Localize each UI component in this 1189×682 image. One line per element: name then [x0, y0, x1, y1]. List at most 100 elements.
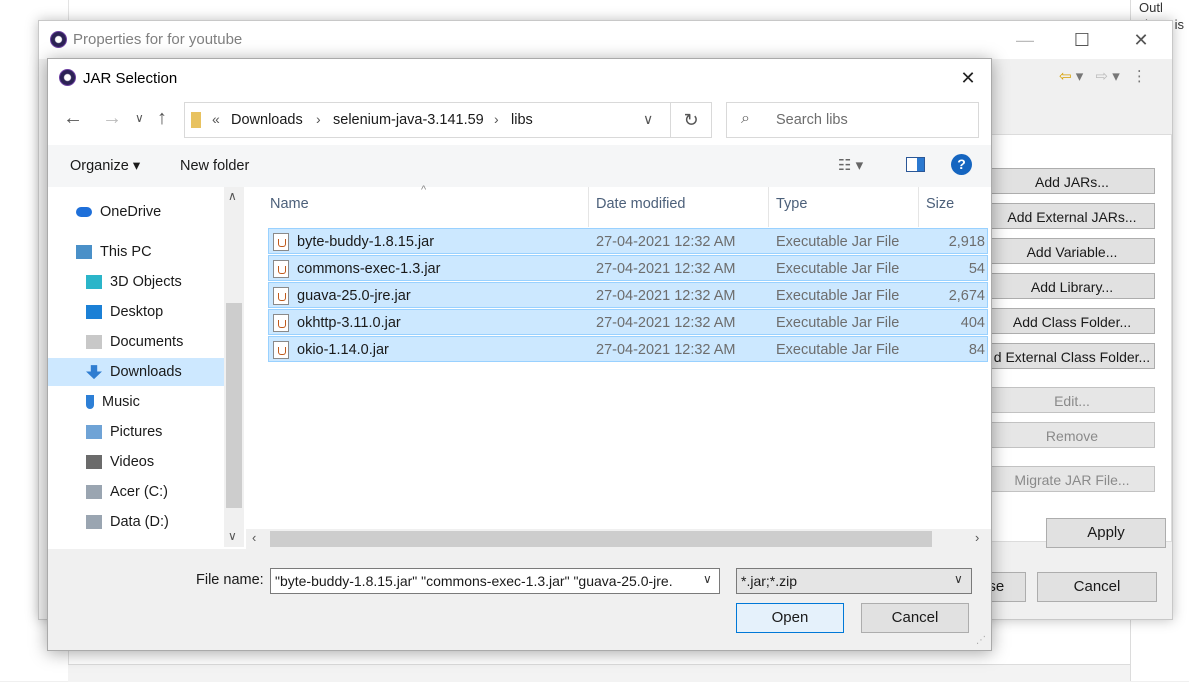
- column-divider[interactable]: [588, 187, 589, 227]
- file-type: Executable Jar File: [776, 234, 900, 250]
- build-path-button[interactable]: Add Library...: [989, 273, 1155, 299]
- view-options-icon[interactable]: ☷ ▾: [838, 156, 863, 174]
- column-size[interactable]: Size: [926, 196, 954, 212]
- column-divider[interactable]: [918, 187, 919, 227]
- nav-item[interactable]: 3D Objects: [48, 268, 224, 296]
- scroll-left-icon[interactable]: ‹: [252, 530, 256, 545]
- file-row[interactable]: okio-1.14.0.jar 27-04-2021 12:32 AM Execut…: [268, 336, 988, 362]
- nav-item[interactable]: Downloads: [48, 358, 224, 386]
- nav-item[interactable]: This PC: [48, 238, 224, 266]
- jar-file-icon: [273, 260, 289, 279]
- nav-item-label: Videos: [110, 454, 155, 470]
- nav-item[interactable]: Music: [48, 388, 224, 416]
- help-icon[interactable]: ?: [951, 154, 972, 175]
- back-arrow-icon[interactable]: ←: [63, 107, 83, 130]
- nav-item[interactable]: Desktop: [48, 298, 224, 326]
- preview-pane-icon[interactable]: [906, 157, 925, 172]
- column-header: ^ Name Date modified Type Size: [246, 184, 991, 227]
- build-path-button[interactable]: Add JARs...: [989, 168, 1155, 194]
- address-dropdown-icon[interactable]: ∨: [643, 111, 653, 128]
- nav-item[interactable]: Pictures: [48, 418, 224, 446]
- chevron-down-icon[interactable]: ▾: [1076, 68, 1084, 85]
- file-date: 27-04-2021 12:32 AM: [596, 261, 736, 277]
- folder-icon: [191, 112, 201, 128]
- file-name-cell: byte-buddy-1.8.15.jar: [273, 229, 434, 255]
- nav-item-label: Documents: [110, 334, 184, 350]
- column-date-modified[interactable]: Date modified: [596, 196, 685, 212]
- nav-item[interactable]: OneDrive: [48, 198, 224, 226]
- onedrive-icon: [76, 207, 92, 218]
- chevron-down-icon[interactable]: ▾: [1112, 68, 1120, 85]
- file-name-input[interactable]: "byte-buddy-1.8.15.jar" "commons-exec-1.…: [270, 568, 720, 594]
- address-row: ← → ∨ ↑ « Downloads › selenium-java-3.14…: [48, 97, 991, 145]
- file-row[interactable]: commons-exec-1.3.jar 27-04-2021 12:32 AM E…: [268, 255, 988, 281]
- properties-cancel-button[interactable]: Cancel: [1037, 572, 1157, 602]
- back-arrow-icon[interactable]: ⇦: [1059, 68, 1072, 85]
- open-button[interactable]: Open: [736, 603, 844, 633]
- close-dialog-button[interactable]: ✕: [945, 59, 991, 97]
- forward-arrow-icon[interactable]: ⇨: [1095, 68, 1108, 85]
- column-divider[interactable]: [768, 187, 769, 227]
- nav-item[interactable]: Documents: [48, 328, 224, 356]
- nav-item-label: Pictures: [110, 424, 163, 440]
- file-name-label: File name:: [196, 572, 264, 588]
- recent-locations-icon[interactable]: ∨: [135, 111, 144, 125]
- file-size: 84: [968, 342, 985, 358]
- cancel-button[interactable]: Cancel: [861, 603, 969, 633]
- pictures-icon: [86, 425, 102, 440]
- scroll-up-icon[interactable]: ∧: [228, 189, 237, 203]
- resize-grip-icon[interactable]: ⋰: [976, 635, 986, 646]
- new-folder-button[interactable]: New folder: [180, 158, 249, 174]
- minimize-button[interactable]: —: [1002, 21, 1048, 59]
- nav-item[interactable]: Acer (C:): [48, 478, 224, 506]
- forward-arrow-icon[interactable]: →: [102, 107, 122, 130]
- scroll-down-icon[interactable]: ∨: [228, 529, 237, 543]
- jar-file-icon: [273, 314, 289, 333]
- file-name-dropdown-icon[interactable]: ∨: [703, 572, 712, 586]
- documents-icon: [86, 335, 102, 350]
- download-arrow-icon: [86, 365, 102, 380]
- file-type: Executable Jar File: [776, 288, 900, 304]
- file-size: 2,674: [948, 288, 985, 304]
- jar-file-icon: [273, 287, 289, 306]
- file-row[interactable]: byte-buddy-1.8.15.jar 27-04-2021 12:32 AM…: [268, 228, 988, 254]
- column-type[interactable]: Type: [776, 196, 807, 212]
- build-path-button: Edit...: [989, 387, 1155, 413]
- search-field[interactable]: ⌕ Search libs: [726, 102, 979, 138]
- file-date: 27-04-2021 12:32 AM: [596, 342, 736, 358]
- build-path-button[interactable]: Add Variable...: [989, 238, 1155, 264]
- more-options-icon[interactable]: ⋮: [1132, 68, 1147, 85]
- maximize-button[interactable]: ☐: [1059, 21, 1105, 59]
- refresh-button[interactable]: ↻: [670, 102, 712, 138]
- apply-button[interactable]: Apply: [1046, 518, 1166, 548]
- breadcrumb-selenium[interactable]: selenium-java-3.141.59: [333, 112, 484, 128]
- file-row[interactable]: guava-25.0-jre.jar 27-04-2021 12:32 AM Exe…: [268, 282, 988, 308]
- address-bar[interactable]: « Downloads › selenium-java-3.141.59 › l…: [184, 102, 711, 138]
- nav-item[interactable]: Videos: [48, 448, 224, 476]
- up-arrow-icon[interactable]: ↑: [157, 107, 167, 130]
- nav-item-label: OneDrive: [100, 204, 162, 220]
- build-path-button[interactable]: Add Class Folder...: [989, 308, 1155, 334]
- build-path-button[interactable]: d External Class Folder...: [989, 343, 1155, 369]
- build-path-button[interactable]: Add External JARs...: [989, 203, 1155, 229]
- file-size: 54: [968, 261, 985, 277]
- organize-button[interactable]: Organize ▾: [70, 158, 140, 174]
- file-date: 27-04-2021 12:32 AM: [596, 288, 736, 304]
- navigation-scroll-thumb[interactable]: [226, 303, 242, 508]
- file-row[interactable]: okhttp-3.11.0.jar 27-04-2021 12:32 AM Exec…: [268, 309, 988, 335]
- filter-dropdown-icon[interactable]: ∨: [954, 572, 963, 586]
- scroll-right-icon[interactable]: ›: [975, 530, 979, 545]
- close-window-button[interactable]: ✕: [1118, 21, 1164, 59]
- file-name-cell: okio-1.14.0.jar: [273, 337, 389, 363]
- breadcrumb-libs[interactable]: libs: [511, 112, 533, 128]
- horizontal-scroll-thumb[interactable]: [270, 531, 932, 547]
- jar-file-icon: [273, 233, 289, 252]
- sort-ascending-icon: ^: [421, 184, 427, 196]
- nav-item[interactable]: Data (D:): [48, 508, 224, 536]
- breadcrumb-downloads[interactable]: Downloads: [231, 112, 303, 128]
- file-type-filter[interactable]: *.jar;*.zip: [736, 568, 972, 594]
- column-name[interactable]: Name: [270, 196, 309, 212]
- breadcrumb-prefix: «: [212, 111, 220, 127]
- computer-icon: [76, 245, 92, 260]
- file-name: okhttp-3.11.0.jar: [297, 315, 401, 331]
